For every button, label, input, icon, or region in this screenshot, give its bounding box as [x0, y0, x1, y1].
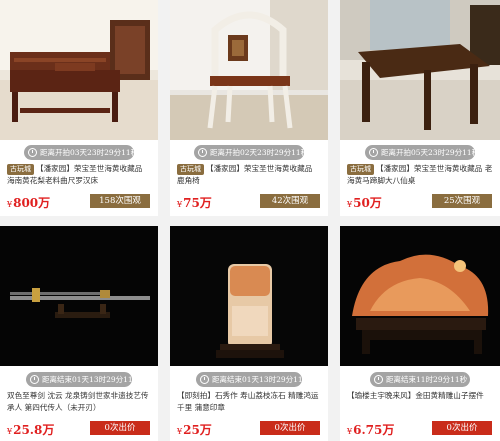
bid-count-button[interactable]: 0次出价 — [260, 421, 320, 435]
product-image-square-table[interactable] — [340, 0, 500, 140]
bid-count-button[interactable]: 0次出价 — [432, 421, 492, 435]
product-image-tianhuang-carving[interactable] — [340, 226, 500, 366]
clock-icon — [198, 148, 207, 157]
clock-icon — [374, 375, 383, 384]
clock-icon — [200, 375, 209, 384]
product-price: ¥25.8万 — [7, 423, 55, 437]
product-card[interactable]: 距离结束11时29分11秒 【瑜楼主宇晚来风】金田黄精雕山子摆件 ¥6.75万 … — [340, 226, 500, 441]
product-card[interactable]: 距离结束01天13时29分11秒 双色至尊剑 沈云 龙泉铸剑世家非遗技艺传承人 … — [0, 226, 158, 441]
countdown-text: 距离开拍05天23时29分11秒 — [381, 148, 480, 157]
countdown-timer: 距离结束01天13时29分11秒 — [26, 372, 140, 387]
countdown-timer: 距离开拍05天23时29分11秒 — [365, 145, 479, 160]
countdown-text: 距离结束01天13时29分11秒 — [42, 375, 141, 384]
product-title[interactable]: 双色至尊剑 沈云 龙泉铸剑世家非遗技艺传承人 第四代传人（未开刃） — [7, 390, 152, 414]
countdown-timer: 距离结束11时29分11秒 — [370, 372, 470, 387]
countdown-timer: 距离开拍03天23时29分11秒 — [24, 145, 138, 160]
clock-icon — [30, 375, 39, 384]
countdown-timer: 距离开拍02天23时29分11秒 — [194, 145, 308, 160]
product-title[interactable]: 【即刻拍】石秀作 寿山荔枝冻石 精雕鸿运千里 蒲意印章 — [177, 390, 322, 414]
product-title[interactable]: 古玩城 【潘家园】荣宝圣世海黄收藏品 海南黄花梨老料曲尺罗汉床 — [7, 163, 152, 187]
category-tag: 古玩城 — [177, 164, 204, 175]
product-price: ¥50万 — [347, 196, 382, 210]
bid-count-button[interactable]: 0次出价 — [90, 421, 150, 435]
product-title[interactable]: 古玩城 【潘家园】荣宝圣世海黄收藏品 鹿角椅 — [177, 163, 322, 187]
product-card[interactable]: 距离开拍02天23时29分11秒 古玩城 【潘家园】荣宝圣世海黄收藏品 鹿角椅 ¥… — [170, 0, 328, 216]
countdown-timer: 距离结束01天13时29分11秒 — [196, 372, 310, 387]
product-price: ¥6.75万 — [347, 423, 395, 437]
countdown-text: 距离开拍03天23时29分11秒 — [40, 148, 139, 157]
product-card[interactable]: 距离结束01天13时29分11秒 【即刻拍】石秀作 寿山荔枝冻石 精雕鸿运千里 … — [170, 226, 328, 441]
product-price: ¥25万 — [177, 423, 212, 437]
product-title[interactable]: 古玩城 【潘家园】荣宝圣世海黄收藏品 老海黄马蹄脚大八仙桌 — [347, 163, 494, 187]
product-title[interactable]: 【瑜楼主宇晚来风】金田黄精雕山子摆件 — [347, 390, 494, 402]
category-tag: 古玩城 — [347, 164, 374, 175]
product-image-sword[interactable] — [0, 226, 158, 366]
product-price: ¥800万 — [7, 196, 51, 210]
clock-icon — [28, 148, 37, 157]
countdown-text: 距离结束11时29分11秒 — [386, 375, 468, 384]
product-image-seal-stone[interactable] — [170, 226, 328, 366]
product-image-luohan-bed[interactable] — [0, 0, 158, 140]
view-count-button[interactable]: 42次围观 — [260, 194, 320, 208]
product-card[interactable]: 距离开拍03天23时29分11秒 古玩城 【潘家园】荣宝圣世海黄收藏品 海南黄花梨… — [0, 0, 158, 216]
countdown-text: 距离结束01天13时29分11秒 — [212, 375, 311, 384]
countdown-text: 距离开拍02天23时29分11秒 — [210, 148, 309, 157]
clock-icon — [369, 148, 378, 157]
view-count-button[interactable]: 25次围观 — [432, 194, 492, 208]
category-tag: 古玩城 — [7, 164, 34, 175]
product-image-antler-chair[interactable] — [170, 0, 328, 140]
product-card[interactable]: 距离开拍05天23时29分11秒 古玩城 【潘家园】荣宝圣世海黄收藏品 老海黄马蹄… — [340, 0, 500, 216]
view-count-button[interactable]: 158次围观 — [90, 194, 150, 208]
product-price: ¥75万 — [177, 196, 212, 210]
